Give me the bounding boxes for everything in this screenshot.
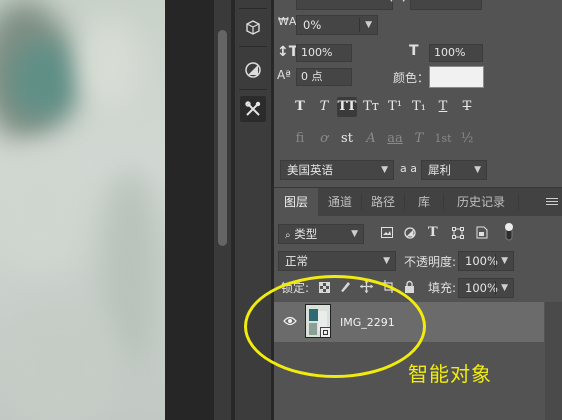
tab-separator [518, 194, 519, 210]
kerning-field[interactable] [410, 0, 482, 10]
superscript-button[interactable]: T¹ [385, 97, 405, 117]
adjustments-icon[interactable] [240, 57, 266, 83]
shape-filter-icon[interactable] [452, 227, 464, 243]
annotation-highlight-ellipse [244, 275, 426, 378]
small-caps-button[interactable]: Tт [361, 97, 381, 117]
antialias-icon: a a [400, 162, 417, 175]
dock-separator [239, 89, 267, 90]
pasteboard [165, 0, 214, 420]
fractions-button[interactable]: ½ [457, 129, 477, 149]
annotation-label: 智能对象 [408, 362, 492, 386]
3d-cube-icon[interactable] [240, 15, 266, 41]
tab-history[interactable]: 历史记录 [444, 188, 518, 216]
vertical-scale-field[interactable]: 100% [296, 44, 352, 62]
antialias-dropdown[interactable]: 犀利 ▼ [421, 160, 487, 180]
dock-separator [239, 46, 267, 47]
tab-layers[interactable]: 图层 [274, 188, 318, 216]
leading-field[interactable] [296, 0, 393, 10]
scrollbar-thumb[interactable] [218, 30, 227, 246]
dock-separator [239, 8, 267, 9]
blend-mode-dropdown[interactable]: 正常 ▼ [278, 251, 396, 271]
subscript-button[interactable]: T₁ [409, 97, 429, 117]
tracking-dropdown[interactable]: 0% ▼ [296, 15, 378, 35]
color-label: 颜色： [393, 71, 430, 85]
horizontal-scale-field[interactable]: 100% [429, 44, 483, 62]
swash-button[interactable]: A [361, 129, 381, 149]
underline-button[interactable]: T [433, 97, 453, 117]
document-canvas[interactable] [0, 0, 165, 420]
old-style-button[interactable]: ơ [314, 129, 334, 149]
tab-paths[interactable]: 路径 [362, 188, 404, 216]
canvas-blur-area [80, 20, 140, 110]
tab-channels[interactable]: 通道 [319, 188, 361, 216]
titling-alternates-button[interactable]: T [409, 129, 429, 149]
color-swatch[interactable] [429, 66, 484, 88]
ligatures-button[interactable]: fi [290, 129, 310, 149]
faux-italic-button[interactable]: T [314, 97, 334, 117]
baseline-shift-icon: Aª [277, 68, 291, 82]
horizontal-scale-icon: T [409, 43, 419, 59]
layers-scroll-area [545, 302, 562, 420]
type-filter-icon[interactable]: T [428, 225, 438, 240]
all-caps-button[interactable]: TT [337, 97, 357, 117]
fill-label: 填充: [428, 281, 457, 295]
canvas-blur-area [0, 300, 120, 420]
ordinals-button[interactable]: 1st [433, 129, 453, 149]
pixel-filter-icon[interactable] [381, 227, 393, 242]
adjustment-filter-icon[interactable] [404, 227, 416, 243]
faux-bold-button[interactable]: T [290, 97, 310, 117]
canvas-blur-area [10, 40, 80, 120]
language-dropdown[interactable]: 美国英语 ▼ [280, 160, 394, 180]
tab-libraries[interactable]: 库 [405, 188, 443, 216]
baseline-shift-field[interactable]: 0 点 [296, 68, 352, 86]
panel-menu-icon[interactable] [546, 196, 558, 207]
tracking-icon: ₩A [278, 15, 297, 28]
canvas-blur-area [0, 150, 90, 270]
filter-kind-dropdown[interactable]: ⌕ 类型 ▼ [278, 224, 364, 244]
search-icon: ⌕ [285, 230, 291, 241]
opacity-dropdown[interactable]: 100% ▼ [458, 251, 514, 271]
opacity-label: 不透明度: [404, 255, 457, 269]
strikethrough-button[interactable]: T [457, 97, 477, 117]
fill-dropdown[interactable]: 100% ▼ [458, 278, 514, 298]
stylistic-alternates-button[interactable]: aa [385, 129, 405, 149]
filter-toggle-icon[interactable] [504, 222, 514, 246]
tools-icon[interactable] [240, 96, 266, 122]
discretionary-ligatures-button[interactable]: st [337, 129, 357, 149]
layers-tab-bar: 图层 通道 路径 库 历史记录 [274, 187, 562, 216]
arrows-horizontal-icon: ⟷ [389, 0, 406, 6]
smart-object-filter-icon[interactable] [476, 226, 488, 243]
